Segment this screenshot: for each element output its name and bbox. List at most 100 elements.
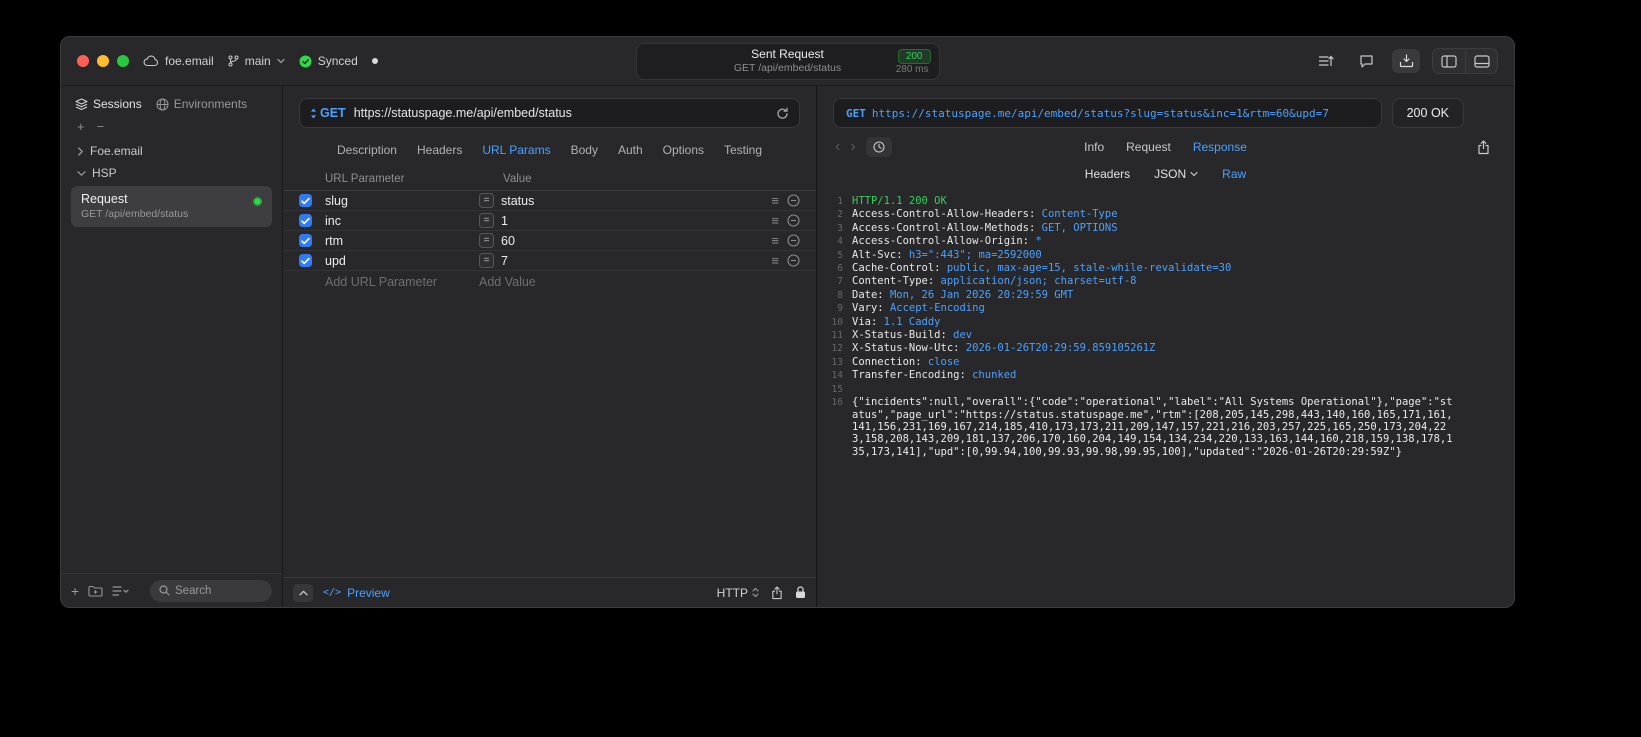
remove-row-icon[interactable] — [787, 254, 800, 267]
method-dropdown-arrows-icon — [311, 108, 316, 118]
sort-options-icon[interactable] — [112, 585, 129, 597]
branch-menu[interactable]: main — [228, 54, 285, 68]
search-icon — [159, 585, 170, 596]
response-line: 9 Vary: Accept-Encoding — [825, 302, 1454, 315]
lock-icon[interactable] — [795, 586, 806, 599]
row-options-icon[interactable]: ≡ — [771, 234, 779, 247]
tab-environments[interactable]: Environments — [156, 97, 247, 111]
line-text: Date: Mon, 26 Jan 2026 20:29:59 GMT — [852, 288, 1074, 301]
param-value-text[interactable]: 1 — [501, 214, 508, 228]
sidebar-add-remove: + − — [61, 115, 282, 136]
subtab-raw[interactable]: Raw — [1222, 167, 1246, 181]
row-options-icon[interactable]: ≡ — [771, 194, 779, 207]
import-button[interactable] — [1392, 49, 1420, 73]
share-icon[interactable] — [771, 585, 783, 600]
table-row: upd = 7 ≡ — [283, 251, 816, 271]
tree-item-request-selected[interactable]: Request GET /api/embed/status — [71, 186, 272, 227]
param-name-field[interactable]: inc — [325, 214, 479, 228]
tab-headers[interactable]: Headers — [417, 143, 462, 157]
tab-testing[interactable]: Testing — [724, 143, 762, 157]
param-value-text[interactable]: 7 — [501, 254, 508, 268]
toggle-sidebar-button[interactable] — [1433, 49, 1465, 73]
requests-list-button[interactable] — [1312, 49, 1340, 73]
minimize-window-button[interactable] — [97, 55, 109, 67]
param-name-field[interactable]: rtm — [325, 234, 479, 248]
param-value-text[interactable]: status — [501, 194, 534, 208]
add-param-name-placeholder[interactable]: Add URL Parameter — [325, 275, 479, 289]
param-value-field[interactable]: = 7 — [479, 253, 756, 268]
add-param-value-placeholder[interactable]: Add Value — [479, 275, 756, 289]
request-item-subtitle: GET /api/embed/status — [81, 208, 189, 220]
tab-response[interactable]: Response — [1193, 140, 1247, 154]
remove-row-icon[interactable] — [787, 214, 800, 227]
add-param-row[interactable]: Add URL Parameter Add Value — [283, 271, 816, 293]
protocol-selector[interactable]: HTTP — [717, 586, 759, 600]
request-url-bar[interactable]: GET https://statuspage.me/api/embed/stat… — [299, 98, 800, 128]
history-button[interactable] — [865, 137, 892, 157]
sessions-icon — [75, 98, 88, 110]
new-request-button[interactable]: + — [71, 584, 79, 598]
tab-info[interactable]: Info — [1084, 140, 1104, 154]
tab-url-params[interactable]: URL Params — [482, 143, 550, 157]
response-line: 1 HTTP/1.1 200 OK — [825, 195, 1454, 208]
sent-request-url[interactable]: GET https://statuspage.me/api/embed/stat… — [833, 98, 1382, 128]
expand-panel-button[interactable] — [293, 583, 313, 602]
chevron-down-icon — [277, 58, 285, 64]
add-item-button[interactable]: + — [77, 119, 85, 134]
param-enabled-checkbox[interactable] — [299, 214, 312, 227]
tab-auth[interactable]: Auth — [618, 143, 643, 157]
tree-group-foe-email[interactable]: Foe.email — [69, 140, 274, 162]
param-value-text[interactable]: 60 — [501, 234, 515, 248]
line-number: 16 — [831, 397, 843, 409]
project-menu[interactable]: foe.email — [143, 54, 214, 68]
row-options-icon[interactable]: ≡ — [771, 254, 779, 267]
response-tab-group: Info Request Response — [1084, 140, 1247, 154]
line-number: 13 — [831, 356, 843, 368]
tab-request[interactable]: Request — [1126, 140, 1171, 154]
cloud-icon — [143, 55, 159, 67]
sent-request-capsule[interactable]: Sent Request GET /api/embed/status 200 2… — [635, 43, 940, 80]
param-name-field[interactable]: upd — [325, 254, 479, 268]
line-number: 15 — [831, 383, 843, 395]
export-response-button[interactable] — [1477, 139, 1490, 155]
tab-sessions[interactable]: Sessions — [75, 97, 142, 111]
param-enabled-checkbox[interactable] — [299, 234, 312, 247]
sent-request-subtitle: GET /api/embed/status — [733, 62, 842, 74]
param-value-field[interactable]: = 60 — [479, 233, 756, 248]
subtab-headers[interactable]: Headers — [1085, 167, 1130, 181]
param-value-field[interactable]: = status — [479, 193, 756, 208]
tab-options[interactable]: Options — [663, 143, 704, 157]
history-back-icon[interactable]: ‹ — [835, 139, 840, 155]
param-name-field[interactable]: slug — [325, 194, 479, 208]
tab-description[interactable]: Description — [337, 143, 397, 157]
remove-row-icon[interactable] — [787, 234, 800, 247]
preview-button[interactable]: </> Preview — [323, 586, 390, 600]
resend-refresh-icon[interactable] — [776, 107, 789, 120]
param-value-field[interactable]: = 1 — [479, 213, 756, 228]
param-enabled-checkbox[interactable] — [299, 194, 312, 207]
response-body[interactable]: 1 HTTP/1.1 200 OK 2 Access-Control-Allow… — [817, 189, 1514, 607]
history-forward-icon[interactable]: › — [850, 139, 855, 155]
close-window-button[interactable] — [77, 55, 89, 67]
toggle-bottom-panel-button[interactable] — [1465, 49, 1497, 73]
equals-icon: = — [479, 253, 494, 268]
new-folder-icon[interactable] — [88, 585, 103, 597]
zoom-window-button[interactable] — [117, 55, 129, 67]
line-text: Connection: close — [852, 355, 960, 368]
tab-body[interactable]: Body — [571, 143, 598, 157]
subtab-json[interactable]: JSON — [1154, 167, 1198, 181]
synced-check-icon — [299, 55, 312, 67]
param-enabled-checkbox[interactable] — [299, 254, 312, 267]
tree-group-hsp[interactable]: HSP — [69, 162, 274, 184]
response-line: 16 {"incidents":null,"overall":{"code":"… — [825, 396, 1454, 458]
remove-row-icon[interactable] — [787, 194, 800, 207]
search-input[interactable]: Search — [150, 579, 272, 602]
updown-chevrons-icon — [752, 587, 759, 598]
remove-item-button[interactable]: − — [97, 119, 105, 134]
response-panel: GET https://statuspage.me/api/embed/stat… — [817, 86, 1514, 607]
method-selector[interactable]: GET — [310, 106, 346, 120]
sync-status[interactable]: Synced — [299, 54, 358, 68]
row-options-icon[interactable]: ≡ — [771, 214, 779, 227]
comments-button[interactable] — [1352, 49, 1380, 73]
request-url[interactable]: https://statuspage.me/api/embed/status — [354, 106, 768, 120]
